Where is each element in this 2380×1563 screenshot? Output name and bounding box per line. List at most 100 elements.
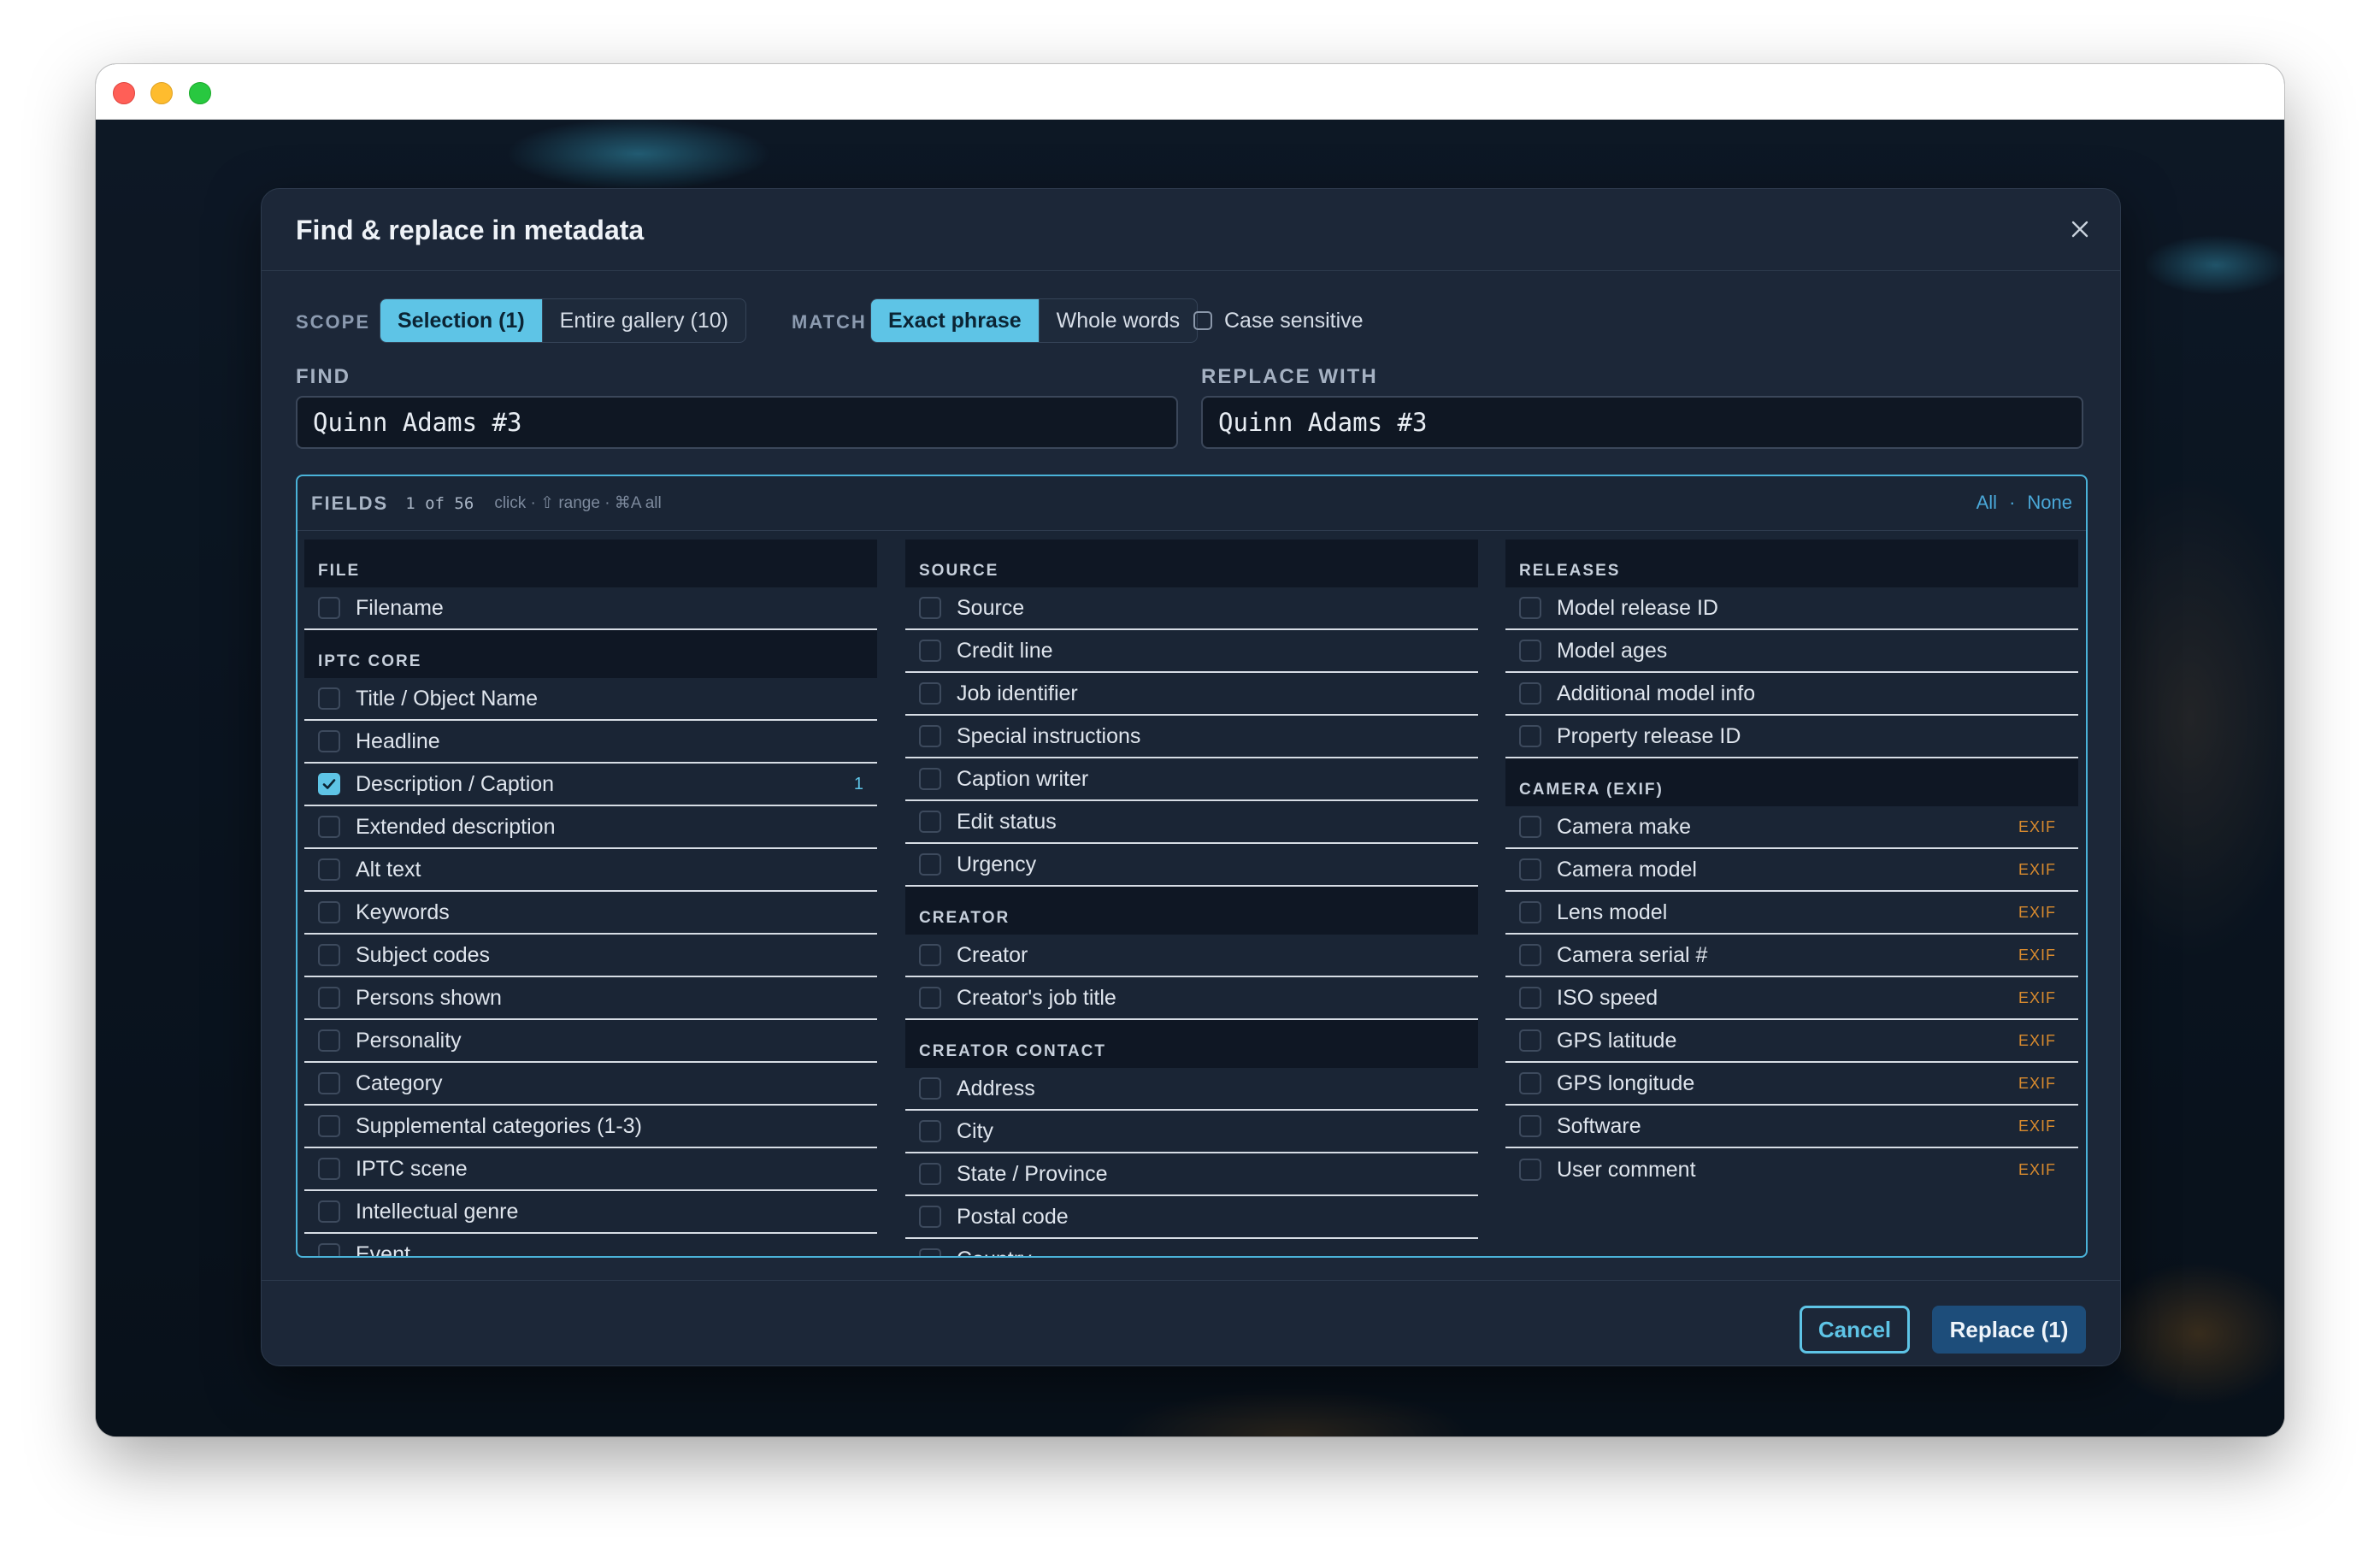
field-checkbox[interactable] <box>318 1029 340 1052</box>
match-whole-words-option[interactable]: Whole words <box>1040 299 1197 342</box>
field-row-model-release-id[interactable]: Model release ID <box>1505 587 2078 630</box>
field-checkbox[interactable] <box>919 768 941 790</box>
field-row-state-province[interactable]: State / Province <box>905 1153 1478 1196</box>
field-checkbox[interactable] <box>318 944 340 966</box>
replace-button[interactable]: Replace (1) <box>1932 1306 2086 1354</box>
field-checkbox[interactable] <box>919 640 941 662</box>
field-row-iso-speed[interactable]: ISO speed EXIF <box>1505 977 2078 1020</box>
field-checkbox[interactable] <box>1519 944 1541 966</box>
field-checkbox[interactable] <box>318 1200 340 1223</box>
field-checkbox[interactable] <box>318 901 340 923</box>
field-checkbox[interactable] <box>1519 1029 1541 1052</box>
field-checkbox[interactable] <box>1519 725 1541 747</box>
field-checkbox[interactable] <box>919 811 941 833</box>
case-sensitive-toggle[interactable]: Case sensitive <box>1193 298 1364 343</box>
field-row-keywords[interactable]: Keywords <box>304 892 877 935</box>
field-row-filename[interactable]: Filename <box>304 587 877 630</box>
case-sensitive-checkbox[interactable] <box>1193 311 1212 330</box>
field-checkbox[interactable] <box>919 987 941 1009</box>
cancel-button[interactable]: Cancel <box>1800 1306 1910 1354</box>
field-checkbox[interactable] <box>1519 682 1541 705</box>
field-row-city[interactable]: City <box>905 1111 1478 1153</box>
field-checkbox[interactable] <box>318 987 340 1009</box>
minimize-window-button[interactable] <box>150 82 173 104</box>
field-checkbox[interactable] <box>919 1077 941 1100</box>
field-row-country[interactable]: Country <box>905 1239 1478 1256</box>
field-checkbox[interactable] <box>318 1072 340 1094</box>
field-row-subject-codes[interactable]: Subject codes <box>304 935 877 977</box>
field-row-credit-line[interactable]: Credit line <box>905 630 1478 673</box>
select-all-link[interactable]: All <box>1976 492 1997 514</box>
field-checkbox[interactable] <box>919 1163 941 1185</box>
select-none-link[interactable]: None <box>2027 492 2072 514</box>
field-row-model-ages[interactable]: Model ages <box>1505 630 2078 673</box>
field-checkbox[interactable] <box>318 687 340 710</box>
field-checkbox[interactable] <box>919 597 941 619</box>
field-row-special-instructions[interactable]: Special instructions <box>905 716 1478 758</box>
field-checkbox[interactable] <box>919 1206 941 1228</box>
field-row-gps-longitude[interactable]: GPS longitude EXIF <box>1505 1063 2078 1106</box>
field-row-camera-serial[interactable]: Camera serial # EXIF <box>1505 935 2078 977</box>
field-row-edit-status[interactable]: Edit status <box>905 801 1478 844</box>
field-row-urgency[interactable]: Urgency <box>905 844 1478 887</box>
close-window-button[interactable] <box>113 82 135 104</box>
field-row-description-caption[interactable]: Description / Caption 1 <box>304 764 877 806</box>
field-row-postal-code[interactable]: Postal code <box>905 1196 1478 1239</box>
field-checkbox[interactable] <box>1519 901 1541 923</box>
field-row-camera-make[interactable]: Camera make EXIF <box>1505 806 2078 849</box>
field-checkbox[interactable] <box>919 944 941 966</box>
find-input[interactable]: Quinn Adams #3 <box>296 396 1178 449</box>
field-row-software[interactable]: Software EXIF <box>1505 1106 2078 1148</box>
field-checkbox[interactable] <box>1519 987 1541 1009</box>
field-row-job-identifier[interactable]: Job identifier <box>905 673 1478 716</box>
scope-entire-gallery-option[interactable]: Entire gallery (10) <box>543 299 745 342</box>
field-row-source[interactable]: Source <box>905 587 1478 630</box>
field-row-lens-model[interactable]: Lens model EXIF <box>1505 892 2078 935</box>
field-row-personality[interactable]: Personality <box>304 1020 877 1063</box>
field-checkbox[interactable] <box>919 1120 941 1142</box>
field-checkbox[interactable] <box>1519 597 1541 619</box>
field-row-iptc-scene[interactable]: IPTC scene <box>304 1148 877 1191</box>
field-checkbox[interactable] <box>1519 640 1541 662</box>
field-checkbox[interactable] <box>1519 1159 1541 1181</box>
field-checkbox[interactable] <box>919 725 941 747</box>
field-row-intellectual-genre[interactable]: Intellectual genre <box>304 1191 877 1234</box>
field-checkbox[interactable] <box>318 1243 340 1256</box>
field-row-category[interactable]: Category <box>304 1063 877 1106</box>
field-row-creator-s-job-title[interactable]: Creator's job title <box>905 977 1478 1020</box>
field-row-headline[interactable]: Headline <box>304 721 877 764</box>
field-row-creator[interactable]: Creator <box>905 935 1478 977</box>
match-exact-phrase-option[interactable]: Exact phrase <box>871 299 1040 342</box>
field-checkbox[interactable] <box>919 853 941 876</box>
field-checkbox[interactable] <box>318 730 340 752</box>
field-row-property-release-id[interactable]: Property release ID <box>1505 716 2078 758</box>
field-row-camera-model[interactable]: Camera model EXIF <box>1505 849 2078 892</box>
field-checkbox[interactable] <box>318 597 340 619</box>
field-checkbox[interactable] <box>1519 1115 1541 1137</box>
dialog-close-button[interactable] <box>2062 211 2098 247</box>
field-checkbox[interactable] <box>318 1158 340 1180</box>
field-row-alt-text[interactable]: Alt text <box>304 849 877 892</box>
zoom-window-button[interactable] <box>189 82 211 104</box>
field-checkbox[interactable] <box>318 1115 340 1137</box>
field-row-extended-description[interactable]: Extended description <box>304 806 877 849</box>
field-checkbox[interactable] <box>1519 816 1541 838</box>
field-checkbox[interactable] <box>318 858 340 881</box>
field-row-gps-latitude[interactable]: GPS latitude EXIF <box>1505 1020 2078 1063</box>
field-checkbox[interactable] <box>1519 858 1541 881</box>
field-checkbox[interactable] <box>318 773 340 795</box>
field-row-title-object-name[interactable]: Title / Object Name <box>304 678 877 721</box>
field-checkbox[interactable] <box>318 816 340 838</box>
field-row-event[interactable]: Event <box>304 1234 877 1256</box>
field-row-supplemental-categories-1-3[interactable]: Supplemental categories (1-3) <box>304 1106 877 1148</box>
field-row-caption-writer[interactable]: Caption writer <box>905 758 1478 801</box>
field-checkbox[interactable] <box>919 682 941 705</box>
scope-selection-option[interactable]: Selection (1) <box>380 299 543 342</box>
field-row-user-comment[interactable]: User comment EXIF <box>1505 1148 2078 1191</box>
field-row-address[interactable]: Address <box>905 1068 1478 1111</box>
field-checkbox[interactable] <box>1519 1072 1541 1094</box>
field-row-persons-shown[interactable]: Persons shown <box>304 977 877 1020</box>
field-checkbox[interactable] <box>919 1248 941 1256</box>
field-row-additional-model-info[interactable]: Additional model info <box>1505 673 2078 716</box>
replace-input[interactable]: Quinn Adams #3 <box>1201 396 2083 449</box>
